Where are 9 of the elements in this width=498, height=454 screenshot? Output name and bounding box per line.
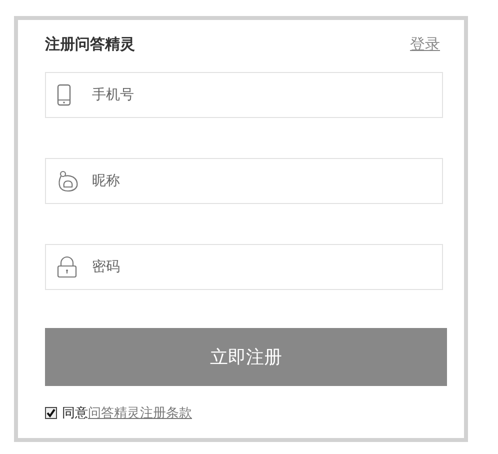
input-field[interactable]: 密码 (45, 244, 443, 290)
agree-label: 同意 (62, 405, 88, 422)
agree-checkbox[interactable] (45, 407, 57, 419)
input-field[interactable]: 昵称 (45, 158, 443, 204)
form-title: 注册问答精灵 (45, 34, 135, 54)
input-field[interactable]: 手机号 (45, 72, 443, 118)
register-button[interactable]: 立即注册 (45, 328, 447, 386)
terms-link[interactable]: 问答精灵注册条款 (88, 404, 192, 422)
login-link[interactable]: 登录 (410, 34, 440, 54)
